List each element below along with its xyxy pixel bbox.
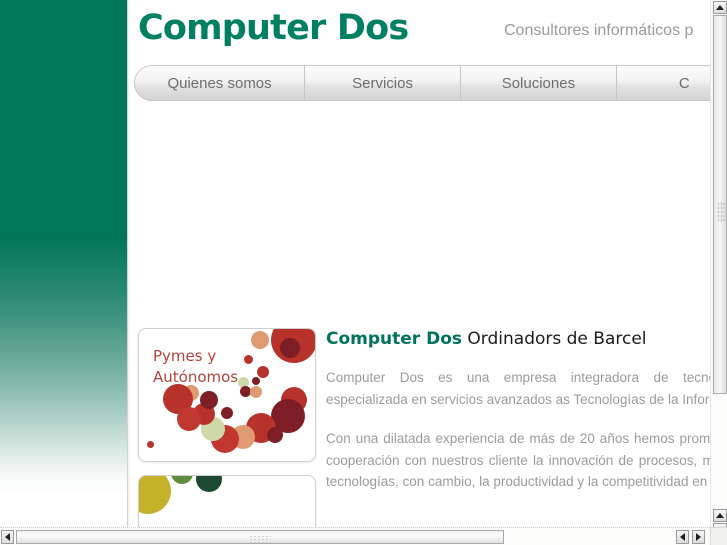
scroll-left-button-end[interactable] bbox=[676, 530, 689, 544]
nav-item-soluciones[interactable]: Soluciones bbox=[459, 66, 616, 100]
banner-green[interactable] bbox=[138, 475, 316, 527]
scroll-up-button[interactable] bbox=[713, 509, 727, 522]
banner-title-line2: Autónomos bbox=[153, 368, 239, 386]
vertical-scrollbar[interactable] bbox=[710, 0, 727, 545]
article-heading-brand: Computer Dos bbox=[326, 329, 463, 349]
triangle-up-icon bbox=[716, 5, 724, 10]
nav-label: Soluciones bbox=[501, 74, 576, 92]
horizontal-scrollbar[interactable] bbox=[0, 527, 710, 545]
nav-item-servicios[interactable]: Servicios bbox=[304, 66, 460, 100]
horizontal-scrollbar-thumb[interactable] bbox=[16, 530, 504, 545]
triangle-left-icon bbox=[5, 533, 10, 541]
nav-label: Servicios bbox=[352, 74, 413, 92]
site-header: Computer Dos Consultores informáticos p bbox=[130, 0, 710, 62]
triangle-up-icon bbox=[716, 513, 724, 518]
article-paragraph-2: Con una dilatada experiencia de más de 2… bbox=[326, 431, 710, 489]
vertical-scrollbar-thumb[interactable] bbox=[713, 15, 727, 394]
left-green-gradient-band bbox=[0, 0, 127, 527]
site-tagline: Consultores informáticos p bbox=[504, 22, 694, 39]
nav-item-quienes-somos[interactable]: Quienes somos bbox=[135, 66, 304, 100]
site-logo[interactable]: Computer Dos bbox=[138, 8, 409, 48]
scroll-right-button-end[interactable] bbox=[692, 530, 705, 544]
nav-item-clientes[interactable]: C bbox=[615, 66, 710, 100]
content-area: Pymes y Autónomos Computer Dos Ordinador… bbox=[130, 101, 710, 527]
scrollbar-grip-icon bbox=[717, 202, 727, 222]
nav-label: Quienes somos bbox=[167, 74, 272, 92]
nav-label: C bbox=[678, 74, 690, 92]
banner-title-line1: Pymes y bbox=[153, 347, 217, 365]
banner-pymes-autonomos[interactable]: Pymes y Autónomos bbox=[138, 328, 316, 462]
triangle-right-icon bbox=[696, 533, 701, 541]
scrollbar-corner bbox=[710, 527, 727, 545]
scroll-left-button[interactable] bbox=[1, 530, 14, 544]
scrollbar-grip-icon bbox=[249, 535, 271, 545]
triangle-left-icon bbox=[680, 533, 685, 541]
page-viewport: Computer Dos Consultores informáticos p … bbox=[0, 0, 710, 527]
article-heading-rest: Ordinadors de Barcel bbox=[462, 329, 647, 349]
article-paragraph-1: Computer Dos es una empresa integradora … bbox=[326, 370, 710, 407]
banner-column: Pymes y Autónomos bbox=[138, 328, 316, 527]
article-column: Computer Dos Ordinadors de Barcel Comput… bbox=[326, 329, 710, 511]
scroll-up-button-top[interactable] bbox=[713, 1, 727, 14]
article-heading: Computer Dos Ordinadors de Barcel bbox=[326, 329, 710, 349]
site-page: Computer Dos Consultores informáticos p … bbox=[130, 0, 710, 527]
banner-title: Pymes y Autónomos bbox=[153, 346, 238, 388]
main-navigation[interactable]: Quienes somos Servicios Soluciones C bbox=[134, 65, 710, 101]
